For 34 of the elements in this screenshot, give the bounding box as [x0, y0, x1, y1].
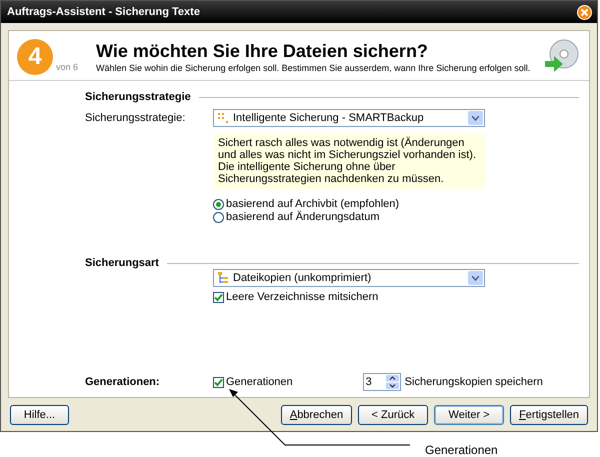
page-title: Wie möchten Sie Ihre Dateien sichern?: [96, 40, 429, 62]
wizard-button[interactable]: Fertigstellen: [510, 405, 588, 425]
wizard-button[interactable]: Abbrechen: [280, 405, 352, 425]
type-dropdown[interactable]: Dateikopien (unkomprimiert): [213, 269, 485, 287]
callout-label: Generationen: [425, 443, 498, 457]
wizard-button[interactable]: < Zurück: [358, 405, 428, 425]
step-number: 4: [17, 38, 53, 74]
section-heading: Sicherungsstrategie: [85, 91, 191, 103]
disc-arrow-icon: [543, 38, 579, 74]
wizard-button[interactable]: Weiter >: [434, 405, 504, 425]
radio-button[interactable]: [213, 212, 224, 222]
tree-icon: [217, 272, 229, 284]
step-total: von 6: [56, 62, 80, 72]
checkbox-label: Generationen: [226, 376, 293, 388]
chevron-down-icon: [472, 116, 479, 120]
radio-label: basierend auf Archivbit (empfohlen): [226, 198, 400, 210]
copies-field[interactable]: 3: [362, 373, 401, 391]
field-label: Generationen:: [85, 376, 161, 388]
checkbox[interactable]: [213, 292, 224, 302]
spinner-label: Sicherungskopien speichern: [404, 376, 543, 388]
radio-label: basierend auf Änderungsdatum: [226, 211, 380, 223]
dots-icon: [217, 112, 229, 124]
wizard-button[interactable]: Hilfe...: [10, 405, 69, 425]
radio-button[interactable]: [213, 198, 224, 210]
section-heading: Sicherungsart: [85, 257, 159, 269]
page-subtitle: Wählen Sie wohin die Sicherung erfolgen soll. Bestimmen Sie ausserdem, wann Ihre Sicherung erfolgen soll.: [96, 62, 532, 72]
strategy-dropdown[interactable]: Intelligente Sicherung - SMARTBackup: [213, 109, 485, 127]
info-box: Sichert rasch alles was notwendig ist (Änderungen und alles was nicht im Sicherungsziel vorhanden ist). Die intelligente Sicherung ohne über Sicherungsstrategien nachdenken zu müssen.: [213, 133, 485, 189]
close-icon[interactable]: [577, 4, 592, 20]
checkbox-label: Leere Verzeichnisse mitsichern: [226, 291, 378, 303]
field-label: Sicherungsstrategie:: [85, 112, 186, 124]
window-title: Auftrags-Assistent - Sicherung Texte: [7, 6, 200, 18]
checkbox[interactable]: [213, 376, 224, 388]
chevron-down-icon: [472, 276, 479, 280]
